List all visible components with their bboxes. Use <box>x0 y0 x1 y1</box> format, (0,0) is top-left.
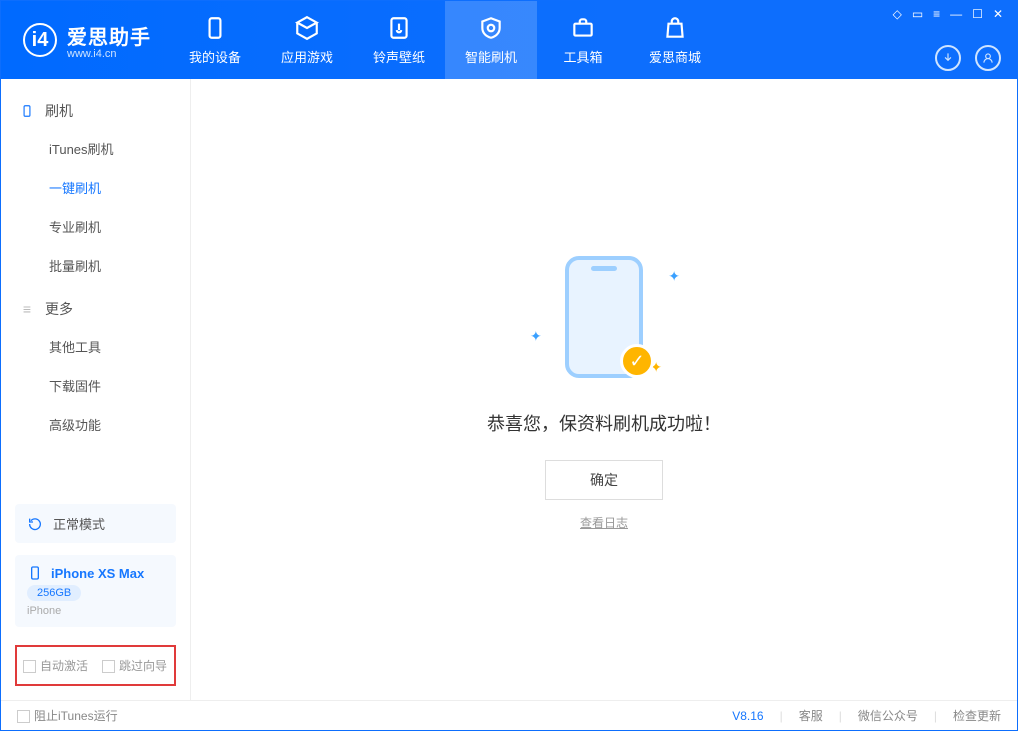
flash-options-row: 自动激活 跳过向导 <box>15 645 176 686</box>
tab-label: 我的设备 <box>189 47 241 66</box>
sidebar-header-more: ≡ 更多 <box>1 291 190 327</box>
success-message: 恭喜您，保资料刷机成功啦！ <box>487 410 721 436</box>
tab-my-device[interactable]: 我的设备 <box>169 1 261 79</box>
app-logo-icon: i4 <box>23 23 57 57</box>
version-label: V8.16 <box>732 709 763 723</box>
sidebar-item-download-firmware[interactable]: 下载固件 <box>1 366 190 405</box>
sparkle-icon: ✦ <box>668 268 680 285</box>
divider: | <box>839 709 842 723</box>
sidebar-section-title: 刷机 <box>45 101 73 121</box>
sidebar-item-other-tools[interactable]: 其他工具 <box>1 327 190 366</box>
bag-icon <box>662 15 688 41</box>
success-illustration: ✦ ✦ ✦ ✓ <box>524 248 684 388</box>
skip-guide-option[interactable]: 跳过向导 <box>102 657 167 674</box>
toolbox-icon <box>570 15 596 41</box>
tab-store[interactable]: 爱思商城 <box>629 1 721 79</box>
sidebar-item-itunes-flash[interactable]: iTunes刷机 <box>1 129 190 168</box>
auto-activate-option[interactable]: 自动激活 <box>23 657 88 674</box>
footer-right: V8.16 | 客服 | 微信公众号 | 检查更新 <box>732 707 1001 724</box>
device-icon <box>202 15 228 41</box>
minimize-button[interactable]: — <box>950 7 962 21</box>
auto-activate-label: 自动激活 <box>40 659 88 673</box>
maximize-button[interactable]: ☐ <box>972 7 983 21</box>
checkbox-icon <box>23 660 36 673</box>
divider: | <box>934 709 937 723</box>
tab-label: 爱思商城 <box>649 47 701 66</box>
device-capacity: 256GB <box>27 585 81 601</box>
tab-flash[interactable]: 智能刷机 <box>445 1 537 79</box>
app-header: i4 爱思助手 www.i4.cn 我的设备 应用游戏 铃声壁纸 智能刷机 工具… <box>1 1 1017 79</box>
menu-icon[interactable]: ≡ <box>933 7 940 21</box>
device-card[interactable]: iPhone XS Max 256GB iPhone <box>15 555 176 627</box>
device-type: iPhone <box>27 605 61 617</box>
tab-toolbox[interactable]: 工具箱 <box>537 1 629 79</box>
view-log-link[interactable]: 查看日志 <box>580 514 628 531</box>
sidebar-section-flash: 刷机 iTunes刷机 一键刷机 专业刷机 批量刷机 <box>1 93 190 285</box>
success-check-icon: ✓ <box>620 344 654 378</box>
shirt-icon[interactable]: ◇ <box>893 7 902 21</box>
close-button[interactable]: ✕ <box>993 7 1003 21</box>
checkbox-icon <box>102 660 115 673</box>
logo-area: i4 爱思助手 www.i4.cn <box>1 1 169 79</box>
device-phone-icon <box>27 565 43 581</box>
block-itunes-option[interactable]: 阻止iTunes运行 <box>17 707 118 724</box>
footer: 阻止iTunes运行 V8.16 | 客服 | 微信公众号 | 检查更新 <box>1 700 1017 730</box>
app-title: 爱思助手 <box>67 21 151 50</box>
block-itunes-label: 阻止iTunes运行 <box>34 709 118 723</box>
feedback-icon[interactable]: ▭ <box>912 7 923 21</box>
tab-apps[interactable]: 应用游戏 <box>261 1 353 79</box>
sidebar-item-advanced[interactable]: 高级功能 <box>1 405 190 444</box>
cube-icon <box>294 15 320 41</box>
device-name: iPhone XS Max <box>51 566 144 581</box>
sidebar-item-batch-flash[interactable]: 批量刷机 <box>1 246 190 285</box>
checkbox-icon <box>17 710 30 723</box>
sidebar-header-flash: 刷机 <box>1 93 190 129</box>
sidebar-item-pro-flash[interactable]: 专业刷机 <box>1 207 190 246</box>
mode-label: 正常模式 <box>53 514 105 533</box>
mode-card[interactable]: 正常模式 <box>15 504 176 543</box>
sparkle-icon: ✦ <box>530 328 542 345</box>
tab-label: 智能刷机 <box>465 47 517 66</box>
shield-refresh-icon <box>478 15 504 41</box>
window-controls: ◇ ▭ ≡ — ☐ ✕ <box>893 7 1003 21</box>
note-icon <box>386 15 412 41</box>
main-content: ✦ ✦ ✦ ✓ 恭喜您，保资料刷机成功啦！ 确定 查看日志 <box>191 79 1017 700</box>
download-icon <box>941 51 955 65</box>
sidebar-section-more: ≡ 更多 其他工具 下载固件 高级功能 <box>1 291 190 444</box>
refresh-icon <box>27 516 43 532</box>
header-actions <box>935 45 1001 71</box>
list-icon: ≡ <box>19 301 35 317</box>
download-button[interactable] <box>935 45 961 71</box>
footer-left: 阻止iTunes运行 <box>17 707 118 724</box>
app-subtitle: www.i4.cn <box>67 48 151 60</box>
user-icon <box>981 51 995 65</box>
account-button[interactable] <box>975 45 1001 71</box>
divider: | <box>780 709 783 723</box>
sidebar: 刷机 iTunes刷机 一键刷机 专业刷机 批量刷机 ≡ 更多 其他工具 下载固… <box>1 79 191 700</box>
tab-label: 铃声壁纸 <box>373 47 425 66</box>
main-tabs: 我的设备 应用游戏 铃声壁纸 智能刷机 工具箱 爱思商城 <box>169 1 1017 79</box>
logo-text: 爱思助手 www.i4.cn <box>67 21 151 60</box>
tab-ringtone[interactable]: 铃声壁纸 <box>353 1 445 79</box>
body: 刷机 iTunes刷机 一键刷机 专业刷机 批量刷机 ≡ 更多 其他工具 下载固… <box>1 79 1017 700</box>
sidebar-item-oneclick-flash[interactable]: 一键刷机 <box>1 168 190 207</box>
skip-guide-label: 跳过向导 <box>119 659 167 673</box>
check-update-link[interactable]: 检查更新 <box>953 707 1001 724</box>
confirm-button[interactable]: 确定 <box>545 460 663 500</box>
customer-service-link[interactable]: 客服 <box>799 707 823 724</box>
wechat-link[interactable]: 微信公众号 <box>858 707 918 724</box>
tab-label: 应用游戏 <box>281 47 333 66</box>
tab-label: 工具箱 <box>563 47 602 66</box>
phone-icon <box>19 103 35 119</box>
sidebar-section-title: 更多 <box>45 299 73 319</box>
